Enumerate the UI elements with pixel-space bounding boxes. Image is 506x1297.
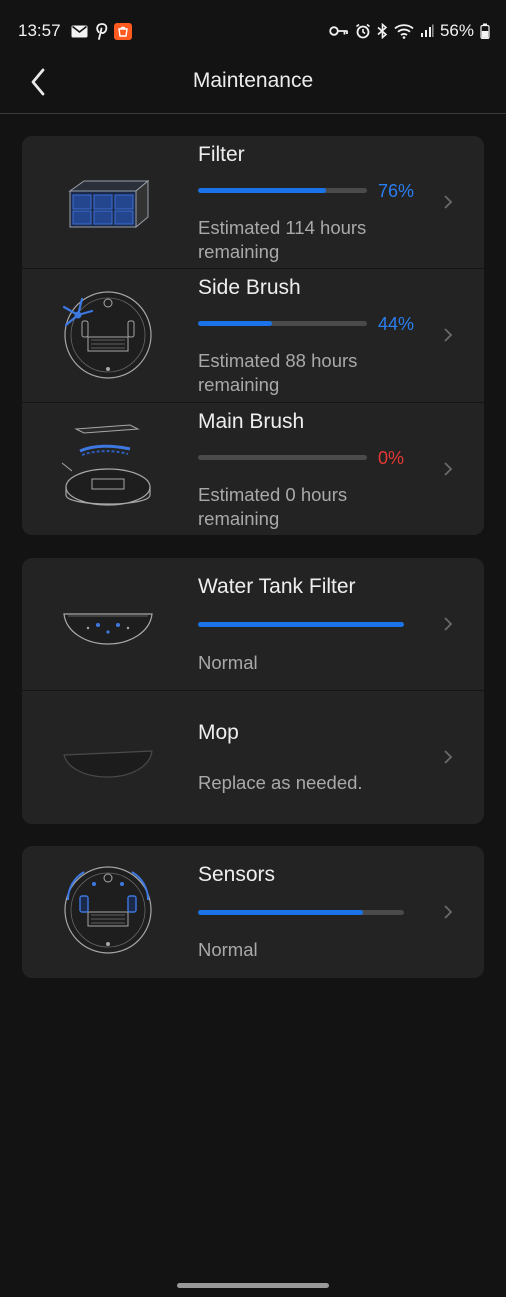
chevron-right-icon [440, 747, 456, 767]
maintenance-item-water-tank-filter[interactable]: Water Tank Filter Normal [22, 558, 484, 691]
signal-icon [420, 24, 434, 38]
item-subtitle: Replace as needed. [198, 772, 363, 793]
progress-fill [198, 188, 327, 193]
maintenance-item-main-brush[interactable]: Main Brush 0% Estimated 0 hours remainin… [22, 403, 484, 535]
bluetooth-icon [377, 23, 388, 39]
item-title: Main Brush [198, 410, 305, 433]
progress-bar [198, 910, 404, 915]
status-bar-right: 56% [329, 21, 490, 41]
percent-label: 76% [378, 181, 415, 201]
item-title: Filter [198, 143, 245, 166]
mopping-card: Water Tank Filter Normal Mop Replace as … [22, 558, 484, 824]
progress-bar [198, 455, 367, 460]
battery-icon [480, 23, 490, 39]
chevron-right-icon [440, 459, 456, 479]
maintenance-screen: 13:57 56% Maintenance Filter 76% Estimat… [0, 0, 506, 1297]
chevron-right-icon [440, 192, 456, 212]
water-tank-filter-image [58, 572, 158, 672]
consumables-card: Filter 76% Estimated 114 hours remaining [22, 136, 484, 535]
percent-label: 44% [378, 314, 415, 334]
item-title: Water Tank Filter [198, 575, 356, 598]
item-subtitle: Estimated 88 hours remaining [198, 350, 358, 395]
item-title: Mop [198, 721, 239, 744]
battery-percent: 56% [439, 21, 474, 40]
progress-bar [198, 188, 367, 193]
progress-fill [198, 321, 273, 326]
main-brush-image [58, 419, 158, 519]
item-subtitle: Estimated 0 hours remaining [198, 484, 348, 529]
item-title: Side Brush [198, 276, 301, 299]
chevron-right-icon [440, 614, 456, 634]
app-bar: Maintenance [0, 62, 506, 114]
progress-fill [198, 910, 363, 915]
item-subtitle: Normal [198, 939, 258, 960]
vpn-key-icon [329, 25, 349, 37]
filter-image [58, 152, 158, 252]
chevron-right-icon [440, 902, 456, 922]
chevron-right-icon [440, 325, 456, 345]
status-bar-left: 13:57 [18, 21, 132, 41]
pinterest-icon [94, 22, 108, 40]
shopping-app-icon [113, 22, 132, 40]
percent-label: 0% [378, 448, 405, 468]
sensors-image [58, 860, 158, 960]
item-subtitle: Estimated 114 hours remaining [198, 217, 367, 262]
maintenance-item-mop[interactable]: Mop Replace as needed. [22, 691, 484, 824]
item-title: Sensors [198, 863, 276, 886]
status-bar: 13:57 56% [0, 0, 506, 62]
sensors-card: Sensors Normal [22, 846, 484, 978]
maintenance-item-side-brush[interactable]: Side Brush 44% Estimated 88 hours remain… [22, 269, 484, 403]
side-brush-image [58, 285, 158, 385]
mop-image [58, 707, 158, 807]
page-title: Maintenance [192, 69, 314, 92]
progress-bar [198, 321, 367, 326]
mail-icon [71, 25, 88, 38]
progress-fill [198, 622, 404, 627]
item-subtitle: Normal [198, 652, 258, 673]
maintenance-item-sensors[interactable]: Sensors Normal [22, 846, 484, 978]
progress-bar [198, 622, 404, 627]
status-time: 13:57 [18, 21, 61, 40]
home-indicator[interactable] [177, 1283, 329, 1288]
maintenance-item-filter[interactable]: Filter 76% Estimated 114 hours remaining [22, 136, 484, 269]
alarm-icon [355, 23, 371, 39]
wifi-icon [394, 23, 414, 39]
